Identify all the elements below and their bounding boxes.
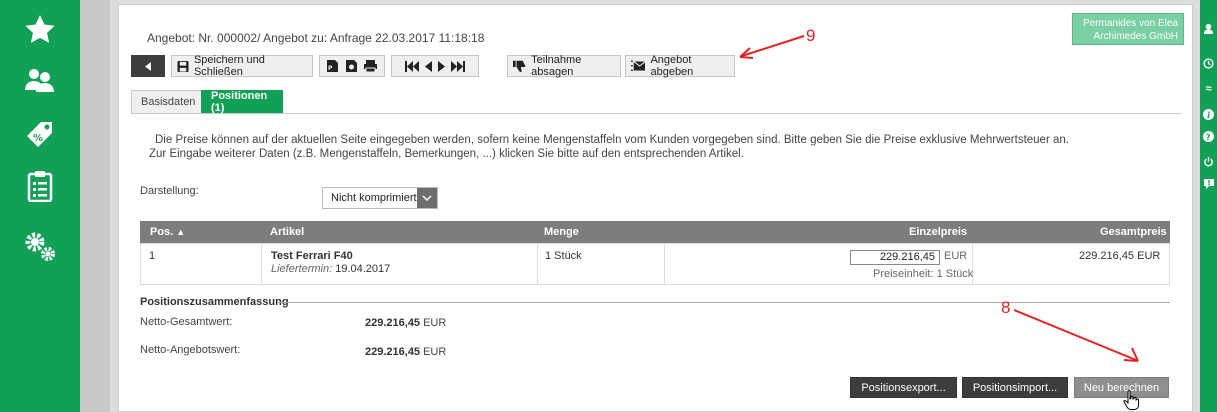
submit-offer-label: Angebot abgeben [650, 54, 694, 78]
svg-text:%: % [33, 133, 43, 144]
net-total-value: 229.216,45 [365, 317, 421, 329]
net-total-value-group: 229.216,45 EUR [365, 317, 446, 329]
net-offer-currency: EUR [423, 346, 447, 358]
summary-title: Positionszusammenfassung [140, 296, 289, 308]
position-export-button[interactable]: Positionsexport... [850, 377, 957, 398]
chevron-down-icon [417, 188, 437, 208]
star-icon[interactable] [20, 10, 60, 50]
annotation-number-9: 9 [806, 26, 816, 45]
clock-icon[interactable] [1202, 57, 1215, 70]
previous-record-icon[interactable] [425, 60, 432, 72]
last-record-icon[interactable] [451, 60, 465, 72]
net-total-currency: EUR [423, 317, 447, 329]
info-text: Die Preise können auf der aktuellen Seit… [149, 133, 1069, 161]
table-header: Pos. ▲ Artikel Menge Einzelpreis Gesamtp… [140, 221, 1170, 243]
column-header-pos[interactable]: Pos. ▲ [150, 226, 185, 238]
delivery-date-label: Liefertermin: [271, 263, 333, 275]
right-tool-rail: ≈ i ? [1200, 0, 1217, 412]
save-icon [177, 60, 189, 72]
row-article[interactable]: Test Ferrari F40 Liefertermin: 19.04.201… [271, 250, 390, 275]
user-icon[interactable] [1202, 22, 1215, 35]
display-mode-select[interactable]: Nicht komprimiert [322, 187, 438, 209]
decline-participation-button[interactable]: Teilnahme absagen [507, 54, 621, 78]
alert-icon[interactable] [1202, 177, 1215, 190]
table-row[interactable]: 1 Test Ferrari F40 Liefertermin: 19.04.2… [140, 243, 1170, 285]
annotation-arrow-8 [1013, 309, 1139, 362]
net-offer-value-group: 229.216,45 EUR [365, 346, 446, 358]
triangle-left-icon [144, 61, 151, 71]
company-name-line1: Permanides von Elea [1082, 18, 1178, 29]
company-badge[interactable]: Permanides von Elea Archimedes GmbH [1072, 13, 1184, 45]
svg-text:i: i [1207, 110, 1210, 120]
row-position: 1 [149, 250, 156, 262]
column-separator [537, 244, 538, 284]
tab-positionen[interactable]: Positionen (1) [201, 90, 283, 114]
info-icon[interactable]: i [1202, 108, 1215, 121]
net-offer-label: Netto-Angebotswert: [140, 344, 241, 356]
column-separator [664, 244, 665, 284]
annotation-number-8: 8 [1001, 298, 1011, 317]
unit-price-input[interactable]: 229.216,45 [850, 250, 940, 265]
net-total-label: Netto-Gesamtwert: [140, 316, 233, 328]
positions-table: Pos. ▲ Artikel Menge Einzelpreis Gesamtp… [140, 221, 1170, 285]
column-header-gesamtpreis[interactable]: Gesamtpreis [1100, 226, 1167, 238]
recalculate-button[interactable]: Neu berechnen [1074, 377, 1169, 398]
left-navigation-rail: % [0, 0, 80, 412]
users-icon[interactable] [20, 60, 60, 100]
decline-participation-label: Teilnahme absagen [531, 54, 582, 78]
info-line-1: Die Preise können auf der aktuellen Seit… [155, 134, 1069, 146]
save-close-button[interactable]: Speichern und Schließen [171, 54, 313, 78]
column-separator [261, 244, 262, 284]
clipboard-list-icon[interactable] [20, 166, 60, 206]
record-navigation-group [391, 55, 479, 77]
back-button[interactable] [131, 55, 165, 77]
svg-text:?: ? [1206, 132, 1211, 142]
price-unit-note: Preiseinheit: 1 Stück [873, 268, 974, 280]
net-offer-value: 229.216,45 [365, 346, 421, 358]
first-record-icon[interactable] [405, 60, 419, 72]
sort-ascending-icon: ▲ [176, 227, 186, 237]
document-pdf-icon[interactable]: P [325, 59, 340, 73]
svg-text:P: P [328, 65, 333, 72]
tab-divider [131, 113, 1181, 114]
column-header-menge[interactable]: Menge [544, 226, 579, 238]
position-import-button[interactable]: Positionsimport... [962, 377, 1068, 398]
unit-price-currency: EUR [944, 250, 968, 262]
delivery-date-value: 19.04.2017 [335, 263, 391, 275]
tab-basisdaten[interactable]: Basisdaten [131, 90, 202, 114]
print-icon[interactable] [363, 59, 378, 73]
summary-divider [277, 302, 1170, 303]
annotation-arrow-9 [739, 35, 805, 59]
help-icon[interactable]: ? [1202, 130, 1215, 143]
row-total-price: 229.216,45 EUR [1079, 250, 1161, 262]
document-actions-group: P [319, 55, 385, 77]
display-mode-label: Darstellung: [140, 185, 199, 197]
pos-header-label: Pos. [150, 226, 174, 238]
row-quantity: 1 Stück [545, 250, 582, 262]
envelope-icon [631, 60, 646, 71]
display-mode-value: Nicht komprimiert [331, 192, 417, 204]
document-attachment-icon[interactable] [344, 59, 359, 73]
column-header-einzelpreis[interactable]: Einzelpreis [909, 226, 967, 238]
price-tag-icon[interactable]: % [20, 115, 60, 155]
submit-offer-button[interactable]: Angebot abgeben [625, 54, 735, 78]
thumbs-down-icon [513, 60, 526, 72]
company-name-line2: Archimedes GmbH [1093, 31, 1178, 42]
gears-icon[interactable] [20, 226, 60, 266]
approx-icon[interactable]: ≈ [1202, 82, 1215, 95]
article-name: Test Ferrari F40 [271, 250, 353, 262]
info-line-2: Zur Eingabe weiterer Daten (z.B. Mengens… [149, 148, 744, 160]
power-icon[interactable] [1202, 155, 1215, 168]
next-record-icon[interactable] [438, 60, 445, 72]
page-title: Angebot: Nr. 000002/ Angebot zu: Anfrage… [147, 31, 485, 45]
hand-cursor-icon [1123, 390, 1139, 410]
save-close-label: Speichern und Schließen [193, 54, 265, 78]
column-header-artikel[interactable]: Artikel [270, 226, 304, 238]
content-gutter [80, 0, 110, 412]
